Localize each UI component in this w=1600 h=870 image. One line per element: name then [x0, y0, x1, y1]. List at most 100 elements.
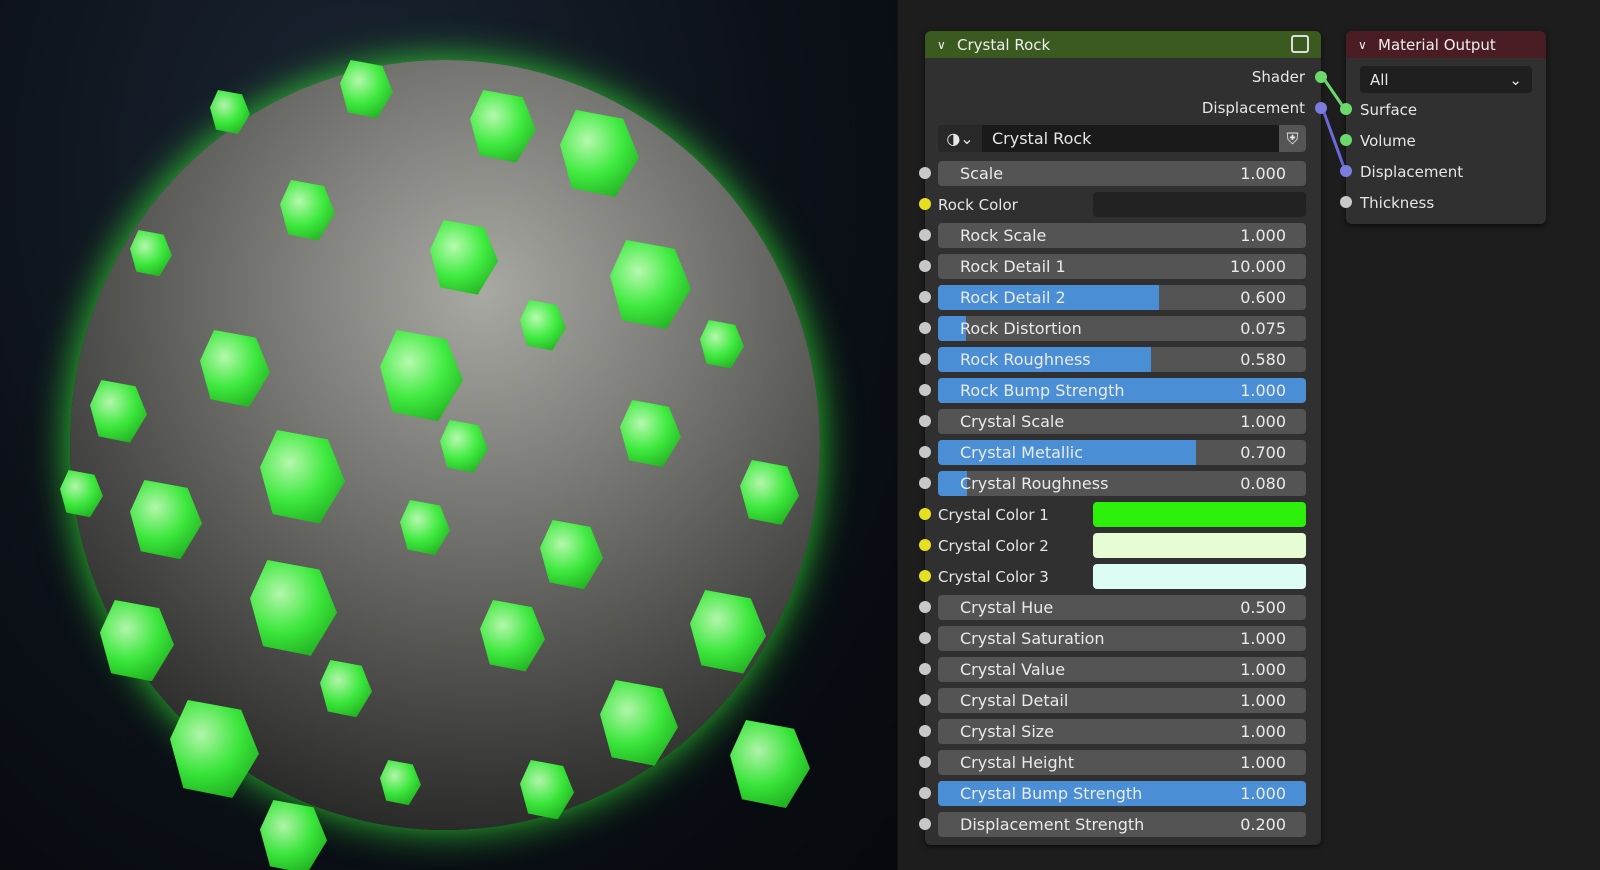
node-tree-selector[interactable]: ◑⌄ Crystal Rock ⛨	[938, 125, 1306, 152]
input-socket[interactable]	[919, 198, 931, 210]
input-label: Rock Color	[938, 195, 1018, 214]
target-dropdown[interactable]: All ⌄	[1360, 66, 1532, 93]
slider-label: Crystal Detail	[960, 691, 1069, 710]
input-socket[interactable]	[919, 818, 931, 830]
color-swatch[interactable]	[1093, 564, 1306, 589]
input-socket[interactable]	[1340, 103, 1352, 115]
node-tree-browse-icon[interactable]: ◑⌄	[938, 125, 982, 152]
value-slider[interactable]: Rock Detail 1 10.000	[938, 254, 1306, 279]
slider-label: Rock Roughness	[960, 350, 1091, 369]
color-swatch[interactable]	[1093, 533, 1306, 558]
slider-value: 1.000	[1240, 412, 1286, 431]
input-socket[interactable]	[919, 260, 931, 272]
value-slider[interactable]: Displacement Strength 0.200	[938, 812, 1306, 837]
value-slider[interactable]: Crystal Size 1.000	[938, 719, 1306, 744]
value-slider[interactable]: Crystal Detail 1.000	[938, 688, 1306, 713]
value-slider[interactable]: Rock Scale 1.000	[938, 223, 1306, 248]
slider-value: 1.000	[1240, 691, 1286, 710]
value-slider[interactable]: Crystal Roughness 0.080	[938, 471, 1306, 496]
chevron-down-icon: ⌄	[1509, 70, 1522, 89]
value-slider[interactable]: Rock Detail 2 0.600	[938, 285, 1306, 310]
input-socket[interactable]	[919, 477, 931, 489]
value-slider[interactable]: Crystal Hue 0.500	[938, 595, 1306, 620]
crystal-rock-node-group[interactable]: ∨ Crystal Rock Shader Displacement ◑⌄ Cr…	[919, 31, 1327, 845]
fake-user-shield-icon[interactable]: ⛨	[1279, 125, 1306, 152]
slider-label: Rock Detail 2	[960, 288, 1066, 307]
value-slider[interactable]: Crystal Bump Strength 1.000	[938, 781, 1306, 806]
slider-value: 1.000	[1240, 226, 1286, 245]
value-slider[interactable]: Crystal Saturation 1.000	[938, 626, 1306, 651]
value-slider[interactable]: Rock Distortion 0.075	[938, 316, 1306, 341]
input-socket[interactable]	[919, 508, 931, 520]
input-label: Surface	[1360, 100, 1418, 119]
color-swatch[interactable]	[1093, 192, 1306, 217]
target-value: All	[1370, 70, 1389, 89]
node-title: Crystal Rock	[957, 35, 1051, 54]
material-output-node[interactable]: ∨ Material Output All ⌄ Surface Volume Dis…	[1340, 31, 1546, 224]
shader-node-editor[interactable]: ∨ Crystal Rock Shader Displacement ◑⌄ Cr…	[897, 0, 1600, 870]
input-socket[interactable]	[1340, 196, 1352, 208]
slider-label: Crystal Value	[960, 660, 1066, 679]
value-slider[interactable]: Rock Roughness 0.580	[938, 347, 1306, 372]
slider-label: Rock Bump Strength	[960, 381, 1125, 400]
slider-label: Displacement Strength	[960, 815, 1145, 834]
slider-label: Crystal Saturation	[960, 629, 1105, 648]
node-title: Material Output	[1378, 35, 1496, 54]
slider-value: 0.200	[1240, 815, 1286, 834]
input-socket[interactable]	[919, 415, 931, 427]
input-socket[interactable]	[919, 539, 931, 551]
input-socket[interactable]	[919, 756, 931, 768]
input-label: Thickness	[1360, 193, 1435, 212]
input-socket[interactable]	[919, 787, 931, 799]
node-group-icon[interactable]	[1291, 35, 1309, 53]
input-socket[interactable]	[1340, 134, 1352, 146]
input-socket[interactable]	[919, 601, 931, 613]
input-socket[interactable]	[1340, 165, 1352, 177]
collapse-chevron-icon[interactable]: ∨	[1358, 38, 1372, 52]
render-viewport[interactable]	[0, 0, 897, 870]
input-socket[interactable]	[919, 322, 931, 334]
output-label: Displacement	[1201, 98, 1305, 117]
slider-label: Rock Distortion	[960, 319, 1082, 338]
input-socket[interactable]	[919, 663, 931, 675]
slider-value: 1.000	[1240, 722, 1286, 741]
slider-value: 0.580	[1240, 350, 1286, 369]
slider-value: 10.000	[1230, 257, 1286, 276]
input-socket[interactable]	[919, 570, 931, 582]
value-slider[interactable]: Crystal Value 1.000	[938, 657, 1306, 682]
input-socket[interactable]	[919, 353, 931, 365]
input-socket[interactable]	[919, 632, 931, 644]
value-slider[interactable]: Crystal Height 1.000	[938, 750, 1306, 775]
collapse-chevron-icon[interactable]: ∨	[937, 38, 951, 52]
input-socket[interactable]	[919, 694, 931, 706]
input-socket[interactable]	[919, 229, 931, 241]
slider-value: 0.700	[1240, 443, 1286, 462]
input-socket[interactable]	[919, 446, 931, 458]
slider-label: Crystal Bump Strength	[960, 784, 1143, 803]
input-socket[interactable]	[919, 167, 931, 179]
color-swatch[interactable]	[1093, 502, 1306, 527]
input-socket[interactable]	[919, 725, 931, 737]
value-slider[interactable]: Rock Bump Strength 1.000	[938, 378, 1306, 403]
slider-label: Crystal Metallic	[960, 443, 1084, 462]
value-slider[interactable]: Crystal Scale 1.000	[938, 409, 1306, 434]
slider-value: 1.000	[1240, 753, 1286, 772]
slider-value: 1.000	[1240, 164, 1286, 183]
node-header[interactable]: ∨ Material Output	[1346, 31, 1546, 58]
input-socket[interactable]	[919, 291, 931, 303]
input-label: Crystal Color 3	[938, 567, 1049, 586]
slider-label: Crystal Size	[960, 722, 1055, 741]
slider-label: Crystal Height	[960, 753, 1075, 772]
output-label: Shader	[1251, 67, 1305, 86]
slider-value: 1.000	[1240, 660, 1286, 679]
value-slider[interactable]: Crystal Metallic 0.700	[938, 440, 1306, 465]
input-socket[interactable]	[919, 384, 931, 396]
slider-label: Rock Detail 1	[960, 257, 1066, 276]
node-header[interactable]: ∨ Crystal Rock	[925, 31, 1321, 58]
node-tree-name[interactable]: Crystal Rock	[982, 129, 1279, 148]
slider-label: Crystal Scale	[960, 412, 1065, 431]
value-slider[interactable]: Scale 1.000	[938, 161, 1306, 186]
slider-value: 0.600	[1240, 288, 1286, 307]
displacement-output-socket[interactable]	[1315, 102, 1327, 114]
shader-output-socket[interactable]	[1315, 71, 1327, 83]
